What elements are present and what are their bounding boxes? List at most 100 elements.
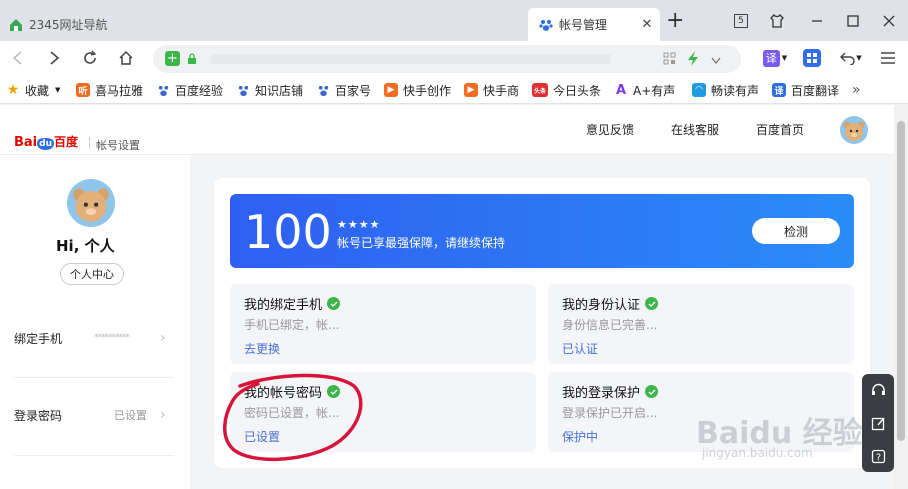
item-bound-phone[interactable]: 我的绑定手机 手机已绑定，帐... 去更换: [230, 284, 536, 364]
divider: [14, 377, 174, 378]
bookmark-favorites[interactable]: ★ 收藏 ▼: [6, 81, 61, 99]
online-service-link[interactable]: 在线客服: [671, 121, 719, 138]
bookmark-label: A+有声: [633, 83, 676, 98]
forward-button[interactable]: [42, 46, 66, 70]
minimize-button[interactable]: [806, 10, 828, 32]
bookmark-label: 百家号: [335, 83, 372, 98]
protection-link[interactable]: 保护中: [562, 428, 598, 445]
tab-title: 帐号管理: [559, 18, 608, 32]
verified-link[interactable]: 已认证: [562, 340, 598, 357]
house-icon: [8, 17, 24, 33]
scrollbar[interactable]: [894, 105, 908, 489]
baidu-paw-icon: [316, 83, 330, 97]
close-tab-icon[interactable]: ✕: [638, 17, 656, 32]
new-tab-button[interactable]: +: [666, 10, 684, 32]
star-icon: ★: [6, 82, 20, 98]
check-icon: [327, 297, 341, 310]
item-desc: 手机已绑定，帐...: [244, 318, 340, 332]
translate-icon: 译: [762, 49, 780, 67]
avatar[interactable]: [840, 116, 868, 144]
customer-service-icon[interactable]: [870, 382, 886, 398]
security-score: 100: [244, 205, 332, 259]
bookmark-a-plus[interactable]: A A+有声: [614, 81, 680, 99]
sidebar: Hi, 个人 个人中心 绑定手机 ********** › 登录密码 已设置 ›: [0, 155, 190, 489]
a-plus-icon: A: [615, 82, 627, 98]
bookmark-label: 喜马拉雅: [95, 83, 144, 98]
bookmark-label: 今日头条: [553, 83, 602, 98]
translate-icon: 译: [772, 83, 786, 97]
floating-toolbar: ?: [862, 374, 894, 472]
logo-paw: du: [37, 138, 54, 150]
item-title: 我的绑定手机: [244, 298, 323, 313]
tab-2345[interactable]: 2345网址导航: [0, 8, 140, 41]
baidu-paw-icon: [156, 83, 170, 97]
item-identity[interactable]: 我的身份认证 身份信息已完善... 已认证: [548, 284, 854, 364]
logo-bai: Bai: [14, 135, 38, 150]
bookmark-label: 百度翻译: [791, 83, 840, 98]
undo-button[interactable]: ▼: [836, 46, 866, 70]
plus-icon[interactable]: +: [165, 51, 180, 66]
address-bar[interactable]: +: [153, 45, 741, 73]
svg-text:?: ?: [875, 452, 880, 463]
baidu-jingyan-watermark: Baidu 经验 jingyan.baidu.com: [696, 388, 866, 468]
maximize-button[interactable]: [842, 10, 864, 32]
help-icon[interactable]: ?: [870, 448, 886, 464]
avatar[interactable]: [67, 179, 115, 227]
baidu-paw-icon: [236, 83, 250, 97]
feedback-link[interactable]: 意见反馈: [586, 121, 634, 138]
translate-button[interactable]: 译 ▼: [760, 46, 790, 70]
close-window-button[interactable]: [878, 10, 900, 32]
menu-icon[interactable]: [876, 46, 900, 70]
bookmark-baidu-fanyi[interactable]: 译 百度翻译: [772, 81, 839, 99]
bookmark-zhishi-dianpu[interactable]: 知识店铺: [236, 81, 303, 99]
url-text-blurred[interactable]: [211, 54, 611, 64]
password-set-link[interactable]: 已设置: [244, 428, 280, 445]
scrollbar-thumb[interactable]: [897, 121, 905, 441]
bookmark-ximalaya[interactable]: 听 喜马拉雅: [76, 81, 143, 99]
bookmarks-more-button[interactable]: »: [852, 81, 861, 99]
baidu-logo[interactable]: Bai du 百度: [14, 133, 78, 150]
item-account-password[interactable]: 我的帐号密码 密码已设置，帐... 已设置: [230, 372, 536, 452]
item-desc: 密码已设置，帐...: [244, 406, 340, 420]
bookmark-changdu[interactable]: ◠ 畅读有声: [692, 81, 762, 99]
qr-code-icon[interactable]: [663, 52, 676, 68]
baidu-paw-icon: [538, 17, 554, 33]
watermark-url: jingyan.baidu.com: [702, 446, 813, 460]
logo-baidu-cn: 百度: [54, 135, 79, 149]
item-title: 我的身份认证: [562, 298, 641, 313]
home-button[interactable]: [114, 46, 138, 70]
sidebar-row-password[interactable]: 登录密码 已设置 ›: [14, 404, 174, 426]
greeting: Hi, 个人: [56, 237, 115, 255]
edit-icon[interactable]: [870, 415, 886, 431]
bookmark-kuaishou-create[interactable]: ▶ 快手创作: [384, 81, 451, 99]
sidebar-row-phone[interactable]: 绑定手机 ********** ›: [14, 327, 174, 349]
skin-icon[interactable]: [766, 10, 788, 32]
lightning-icon[interactable]: [687, 51, 699, 69]
bookmark-baidu-jingyan[interactable]: 百度经验: [156, 81, 223, 99]
bookmark-baijiahao[interactable]: 百家号: [316, 81, 371, 99]
chevron-down-icon[interactable]: [711, 54, 721, 68]
rating-stars: ★★★★: [337, 218, 381, 231]
apps-icon[interactable]: [800, 46, 824, 70]
baidu-home-link[interactable]: 百度首页: [756, 121, 804, 138]
security-score-banner: 100 ★★★★ 帐号已享最强保障，请继续保持 检测: [230, 194, 854, 268]
back-button[interactable]: [6, 46, 30, 70]
bookmark-toutiao[interactable]: 头条 今日头条: [532, 81, 601, 99]
bookmark-label: 畅读有声: [711, 83, 760, 98]
item-desc: 身份信息已完善...: [562, 318, 658, 332]
tab-count-button[interactable]: 5: [730, 10, 752, 32]
account-settings-title: 帐号设置: [96, 139, 140, 152]
divider: [89, 137, 90, 149]
changdu-icon: ◠: [692, 83, 706, 97]
item-title: 我的登录保护: [562, 386, 641, 401]
personal-center-button[interactable]: 个人中心: [60, 263, 124, 285]
row-label: 绑定手机: [14, 331, 63, 346]
tab-bar: 2345网址导航 帐号管理 ✕ + 5: [0, 0, 908, 41]
change-phone-link[interactable]: 去更换: [244, 340, 280, 357]
bookmark-label: 百度经验: [175, 83, 224, 98]
check-button[interactable]: 检测: [752, 218, 840, 244]
tab-account-management[interactable]: 帐号管理 ✕: [528, 8, 660, 41]
bookmark-kuaishou-shop[interactable]: ▶ 快手商: [464, 81, 519, 99]
page-header: Bai du 百度 帐号设置 意见反馈 在线客服 百度首页: [0, 105, 894, 155]
reload-button[interactable]: [78, 46, 102, 70]
